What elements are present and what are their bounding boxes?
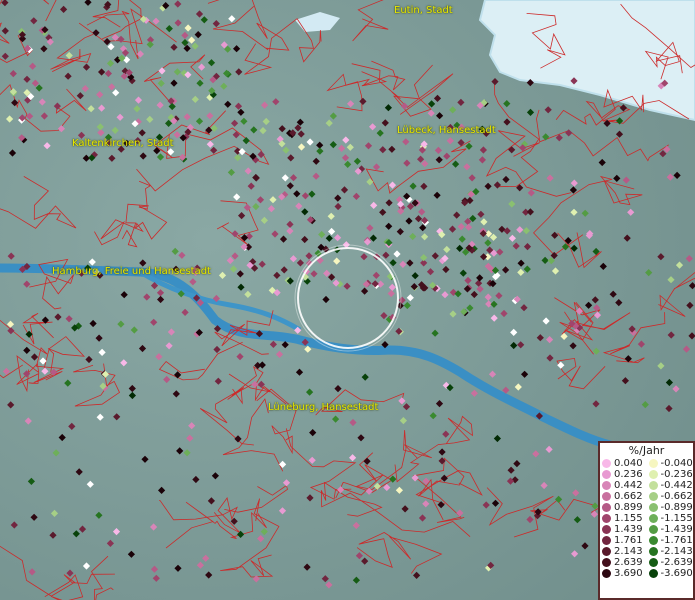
- legend-value: -1.439: [660, 524, 693, 535]
- legend-swatch: [602, 470, 611, 479]
- legend-value: 2.143: [614, 546, 643, 557]
- legend-entry-negative: -0.236: [647, 469, 694, 480]
- legend-entry-negative: -3.690: [647, 568, 694, 579]
- legend-swatch: [648, 503, 658, 512]
- legend-entry-negative: -2.143: [647, 546, 694, 557]
- legend-row: 0.899 -0.899: [600, 502, 693, 513]
- legend-swatch: [602, 558, 611, 567]
- legend-entry-negative: -0.442: [647, 480, 694, 491]
- legend-swatch: [648, 514, 658, 523]
- legend-swatch: [602, 547, 611, 556]
- legend-row: 0.040 -0.040: [600, 458, 693, 469]
- legend-swatch: [602, 481, 611, 490]
- city-label-kaltenkirchen: Kaltenkirchen, Stadt: [72, 138, 174, 149]
- legend-swatch: [602, 536, 611, 545]
- legend-value: -0.236: [660, 469, 693, 480]
- legend-swatch: [648, 569, 658, 578]
- legend-row: 1.439 -1.439: [600, 524, 693, 535]
- legend-row: 0.662 -0.662: [600, 491, 693, 502]
- legend-row: 3.690 -3.690: [600, 568, 693, 579]
- legend-value: -0.442: [660, 480, 693, 491]
- legend-value: 3.690: [614, 568, 643, 579]
- legend-row: 2.639 -2.639: [600, 557, 693, 568]
- legend-row: 2.143 -2.143: [600, 546, 693, 557]
- city-label-luebeck: Lübeck, Hansestadt: [397, 125, 496, 136]
- legend-title: %/Jahr: [628, 444, 665, 457]
- legend-value: -0.040: [660, 458, 693, 469]
- legend-swatch: [602, 503, 611, 512]
- legend-value: -1.761: [660, 535, 693, 546]
- legend-entry-negative: -1.155: [647, 513, 694, 524]
- city-label-lueneburg: Lüneburg, Hansestadt: [268, 402, 379, 413]
- legend-value: -2.639: [660, 557, 693, 568]
- legend-value: -0.899: [660, 502, 693, 513]
- legend-value: -3.690: [660, 568, 693, 579]
- legend-entry-negative: -0.662: [647, 491, 694, 502]
- legend-entry-positive: 1.761: [600, 535, 647, 546]
- legend-entry-negative: -1.761: [647, 535, 694, 546]
- legend-swatch: [648, 459, 658, 468]
- legend-swatch: [602, 569, 611, 578]
- legend-swatch: [648, 492, 658, 501]
- legend-row: 1.155 -1.155: [600, 513, 693, 524]
- legend-value: -1.155: [660, 513, 693, 524]
- legend-value: -0.662: [660, 491, 693, 502]
- legend-swatch: [648, 547, 658, 556]
- legend-value: 0.442: [614, 480, 643, 491]
- legend-swatch: [648, 525, 658, 534]
- legend-value: 1.439: [614, 524, 643, 535]
- legend-row: 0.442 -0.442: [600, 480, 693, 491]
- legend-value: 0.236: [614, 469, 643, 480]
- legend: %/Jahr 0.040 -0.040 0.236 -0.236 0.442 -0.442…: [598, 441, 695, 600]
- legend-value: 0.899: [614, 502, 643, 513]
- legend-swatch: [602, 525, 611, 534]
- legend-value: 0.040: [614, 458, 643, 469]
- legend-entry-positive: 0.899: [600, 502, 647, 513]
- legend-value: -2.143: [660, 546, 693, 557]
- selection-circle[interactable]: [0, 0, 695, 600]
- legend-row: 1.761 -1.761: [600, 535, 693, 546]
- legend-entry-positive: 1.439: [600, 524, 647, 535]
- city-label-eutin: Eutin, Stadt: [394, 5, 453, 16]
- legend-entry-positive: 1.155: [600, 513, 647, 524]
- legend-swatch: [648, 481, 658, 490]
- city-label-hamburg: Hamburg, Freie und Hansestadt: [52, 266, 211, 277]
- legend-row: 0.236 -0.236: [600, 469, 693, 480]
- legend-value: 0.662: [614, 491, 643, 502]
- legend-rows: 0.040 -0.040 0.236 -0.236 0.442 -0.442 0.662 -0…: [600, 458, 693, 579]
- legend-entry-negative: -0.899: [647, 502, 694, 513]
- legend-swatch: [648, 558, 658, 567]
- legend-entry-positive: 2.143: [600, 546, 647, 557]
- legend-entry-positive: 0.236: [600, 469, 647, 480]
- legend-value: 1.761: [614, 535, 643, 546]
- legend-swatch: [602, 514, 611, 523]
- legend-swatch: [648, 470, 658, 479]
- legend-entry-positive: 3.690: [600, 568, 647, 579]
- map-canvas[interactable]: Eutin, Stadt Kaltenkirchen, Stadt Lübeck…: [0, 0, 695, 600]
- legend-swatch: [648, 536, 658, 545]
- legend-entry-negative: -2.639: [647, 557, 694, 568]
- legend-value: 1.155: [614, 513, 643, 524]
- legend-swatch: [602, 492, 611, 501]
- legend-value: 2.639: [614, 557, 643, 568]
- legend-entry-positive: 0.040: [600, 458, 647, 469]
- legend-entry-positive: 0.442: [600, 480, 647, 491]
- legend-swatch: [602, 459, 611, 468]
- legend-entry-positive: 0.662: [600, 491, 647, 502]
- legend-entry-negative: -1.439: [647, 524, 694, 535]
- legend-entry-negative: -0.040: [647, 458, 694, 469]
- legend-entry-positive: 2.639: [600, 557, 647, 568]
